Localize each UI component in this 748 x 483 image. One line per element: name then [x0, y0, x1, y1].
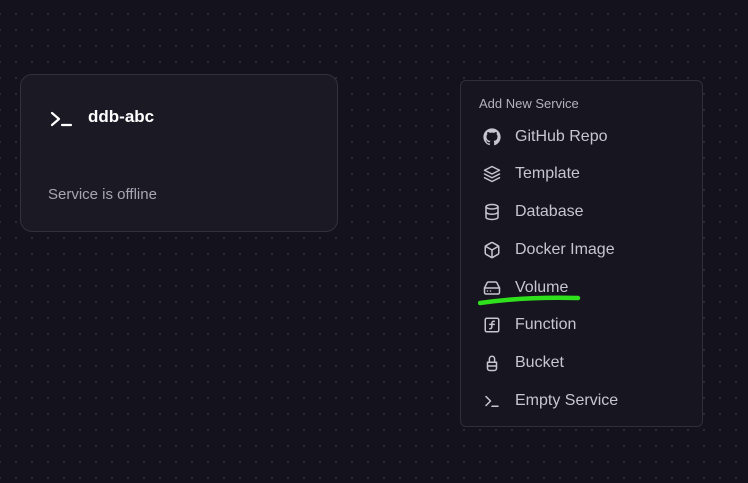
- menu-item-database[interactable]: Database: [467, 195, 696, 229]
- service-status: Service is offline: [48, 186, 157, 203]
- menu-item-template[interactable]: Template: [467, 157, 696, 191]
- menu-item-label: Empty Service: [515, 392, 619, 409]
- bucket-icon: [483, 354, 501, 372]
- box-icon: [483, 241, 501, 259]
- terminal-icon: [483, 392, 501, 410]
- menu-item-label: Docker Image: [515, 241, 615, 258]
- menu-item-label: GitHub Repo: [515, 128, 608, 145]
- menu-item-label: Template: [515, 165, 580, 182]
- service-name: ddb-abc: [88, 107, 155, 126]
- menu-item-github-repo[interactable]: GitHub Repo: [467, 120, 696, 154]
- menu-item-bucket[interactable]: Bucket: [467, 346, 696, 380]
- menu-item-docker-image[interactable]: Docker Image: [467, 233, 696, 267]
- github-icon: [483, 128, 501, 146]
- terminal-icon: [49, 109, 73, 129]
- menu-item-empty-service[interactable]: Empty Service: [467, 384, 696, 418]
- database-icon: [483, 203, 501, 221]
- layers-icon: [483, 165, 501, 183]
- service-card[interactable]: ddb-abc Service is offline: [20, 74, 338, 232]
- menu-item-label: Bucket: [515, 354, 564, 371]
- menu-title: Add New Service: [479, 96, 579, 111]
- function-icon: [483, 316, 501, 334]
- add-new-service-menu: Add New Service GitHub Repo Template Dat…: [460, 80, 703, 427]
- menu-item-label: Function: [515, 316, 577, 333]
- menu-item-function[interactable]: Function: [467, 308, 696, 342]
- menu-item-label: Database: [515, 203, 584, 220]
- highlight-underline: [478, 295, 581, 306]
